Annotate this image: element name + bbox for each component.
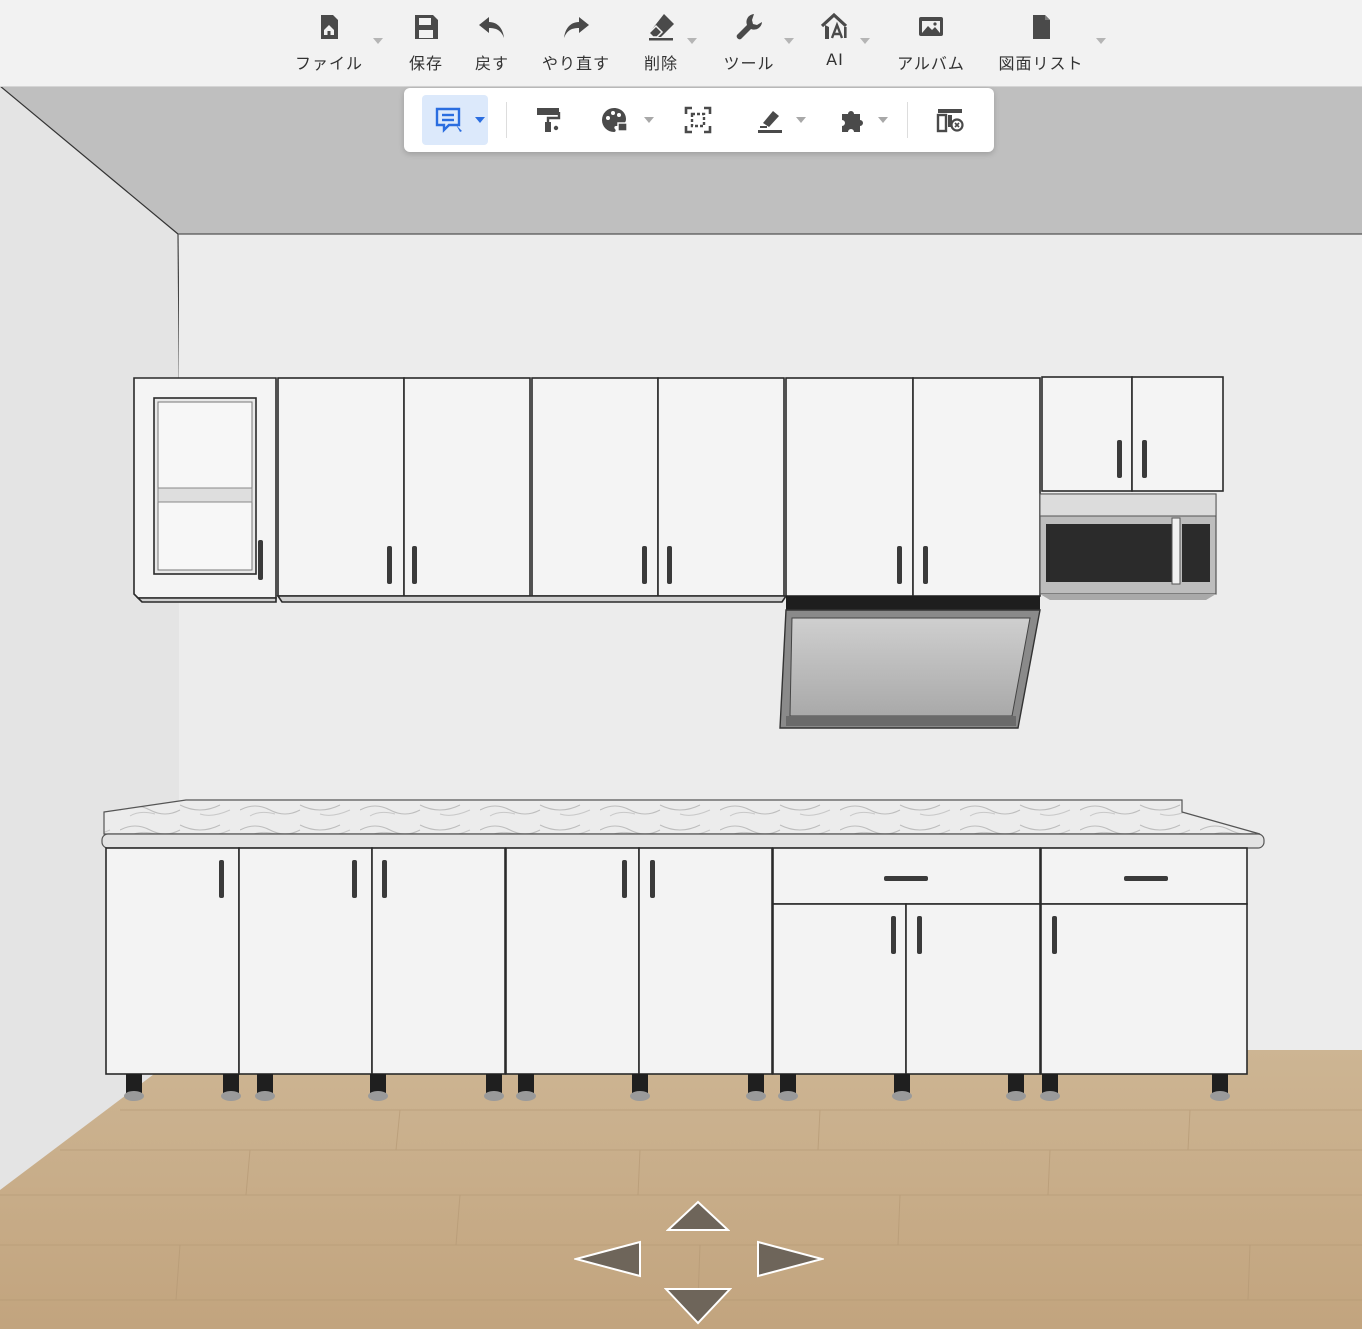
paint-roller-button[interactable]	[528, 95, 568, 145]
view-toolbar	[404, 88, 994, 152]
file-label: ファイル	[294, 54, 363, 73]
measure-caret-icon[interactable]	[796, 117, 806, 123]
nav-down-arrow-icon[interactable]	[664, 1287, 732, 1327]
ai-caret-icon[interactable]	[860, 38, 870, 44]
floppy-icon	[415, 15, 438, 39]
render-settings-button[interactable]	[928, 95, 972, 145]
plugin-button[interactable]	[830, 95, 890, 145]
frame-select-icon	[684, 106, 712, 134]
annotation-list-icon	[435, 107, 462, 133]
drawing-list-label: 図面リスト	[998, 54, 1084, 73]
redo-button[interactable]: やり直す	[531, 10, 621, 76]
tools-button[interactable]: ツール	[704, 10, 794, 76]
save-label: 保存	[408, 54, 443, 73]
annotation-mode-button[interactable]	[422, 95, 488, 145]
ai-label: AI	[826, 50, 844, 69]
document-icon	[1033, 15, 1050, 39]
tools-label: ツール	[723, 54, 775, 73]
main-toolbar: ファイル 保存 戻す やり直す 削除 ツール AI アルバム 図面リスト	[0, 0, 1362, 87]
wrench-icon	[736, 14, 762, 40]
3d-viewport[interactable]	[0, 86, 1362, 1329]
drawing-list-button[interactable]: 図面リスト	[986, 10, 1096, 76]
measure-button[interactable]	[748, 95, 808, 145]
delete-caret-icon[interactable]	[687, 38, 697, 44]
undo-icon	[479, 17, 504, 38]
nav-up-arrow-icon[interactable]	[666, 1200, 730, 1232]
undo-button[interactable]: 戻す	[447, 10, 537, 76]
puzzle-icon	[842, 111, 863, 132]
render-table-icon	[936, 109, 964, 133]
palette-caret-icon[interactable]	[644, 117, 654, 123]
microwave[interactable]	[1039, 493, 1217, 600]
plugin-caret-icon[interactable]	[878, 117, 888, 123]
nav-right-arrow-icon[interactable]	[754, 1240, 824, 1278]
range-hood[interactable]	[779, 596, 1041, 729]
paint-roller-icon	[537, 108, 561, 132]
drawing-list-caret-icon[interactable]	[1096, 38, 1106, 44]
ai-house-icon	[820, 12, 848, 39]
delete-label: 削除	[643, 54, 678, 73]
redo-icon	[564, 17, 589, 38]
image-icon	[919, 17, 943, 36]
album-label: アルバム	[897, 54, 965, 73]
redo-label: やり直す	[541, 54, 610, 73]
material-palette-button[interactable]	[594, 95, 654, 145]
palette-icon	[602, 108, 628, 132]
file-button[interactable]: ファイル	[284, 10, 374, 76]
home-doc-icon	[321, 15, 338, 39]
fit-view-button[interactable]	[678, 95, 718, 145]
undo-label: 戻す	[474, 54, 509, 73]
nav-left-arrow-icon[interactable]	[574, 1240, 644, 1278]
lower-cabinets[interactable]	[105, 847, 1248, 1075]
countertop	[101, 799, 1265, 849]
album-button[interactable]: アルバム	[886, 10, 976, 76]
ruler-pencil-icon	[758, 111, 782, 133]
annotation-caret-icon[interactable]	[475, 117, 485, 123]
eraser-icon	[647, 14, 674, 41]
